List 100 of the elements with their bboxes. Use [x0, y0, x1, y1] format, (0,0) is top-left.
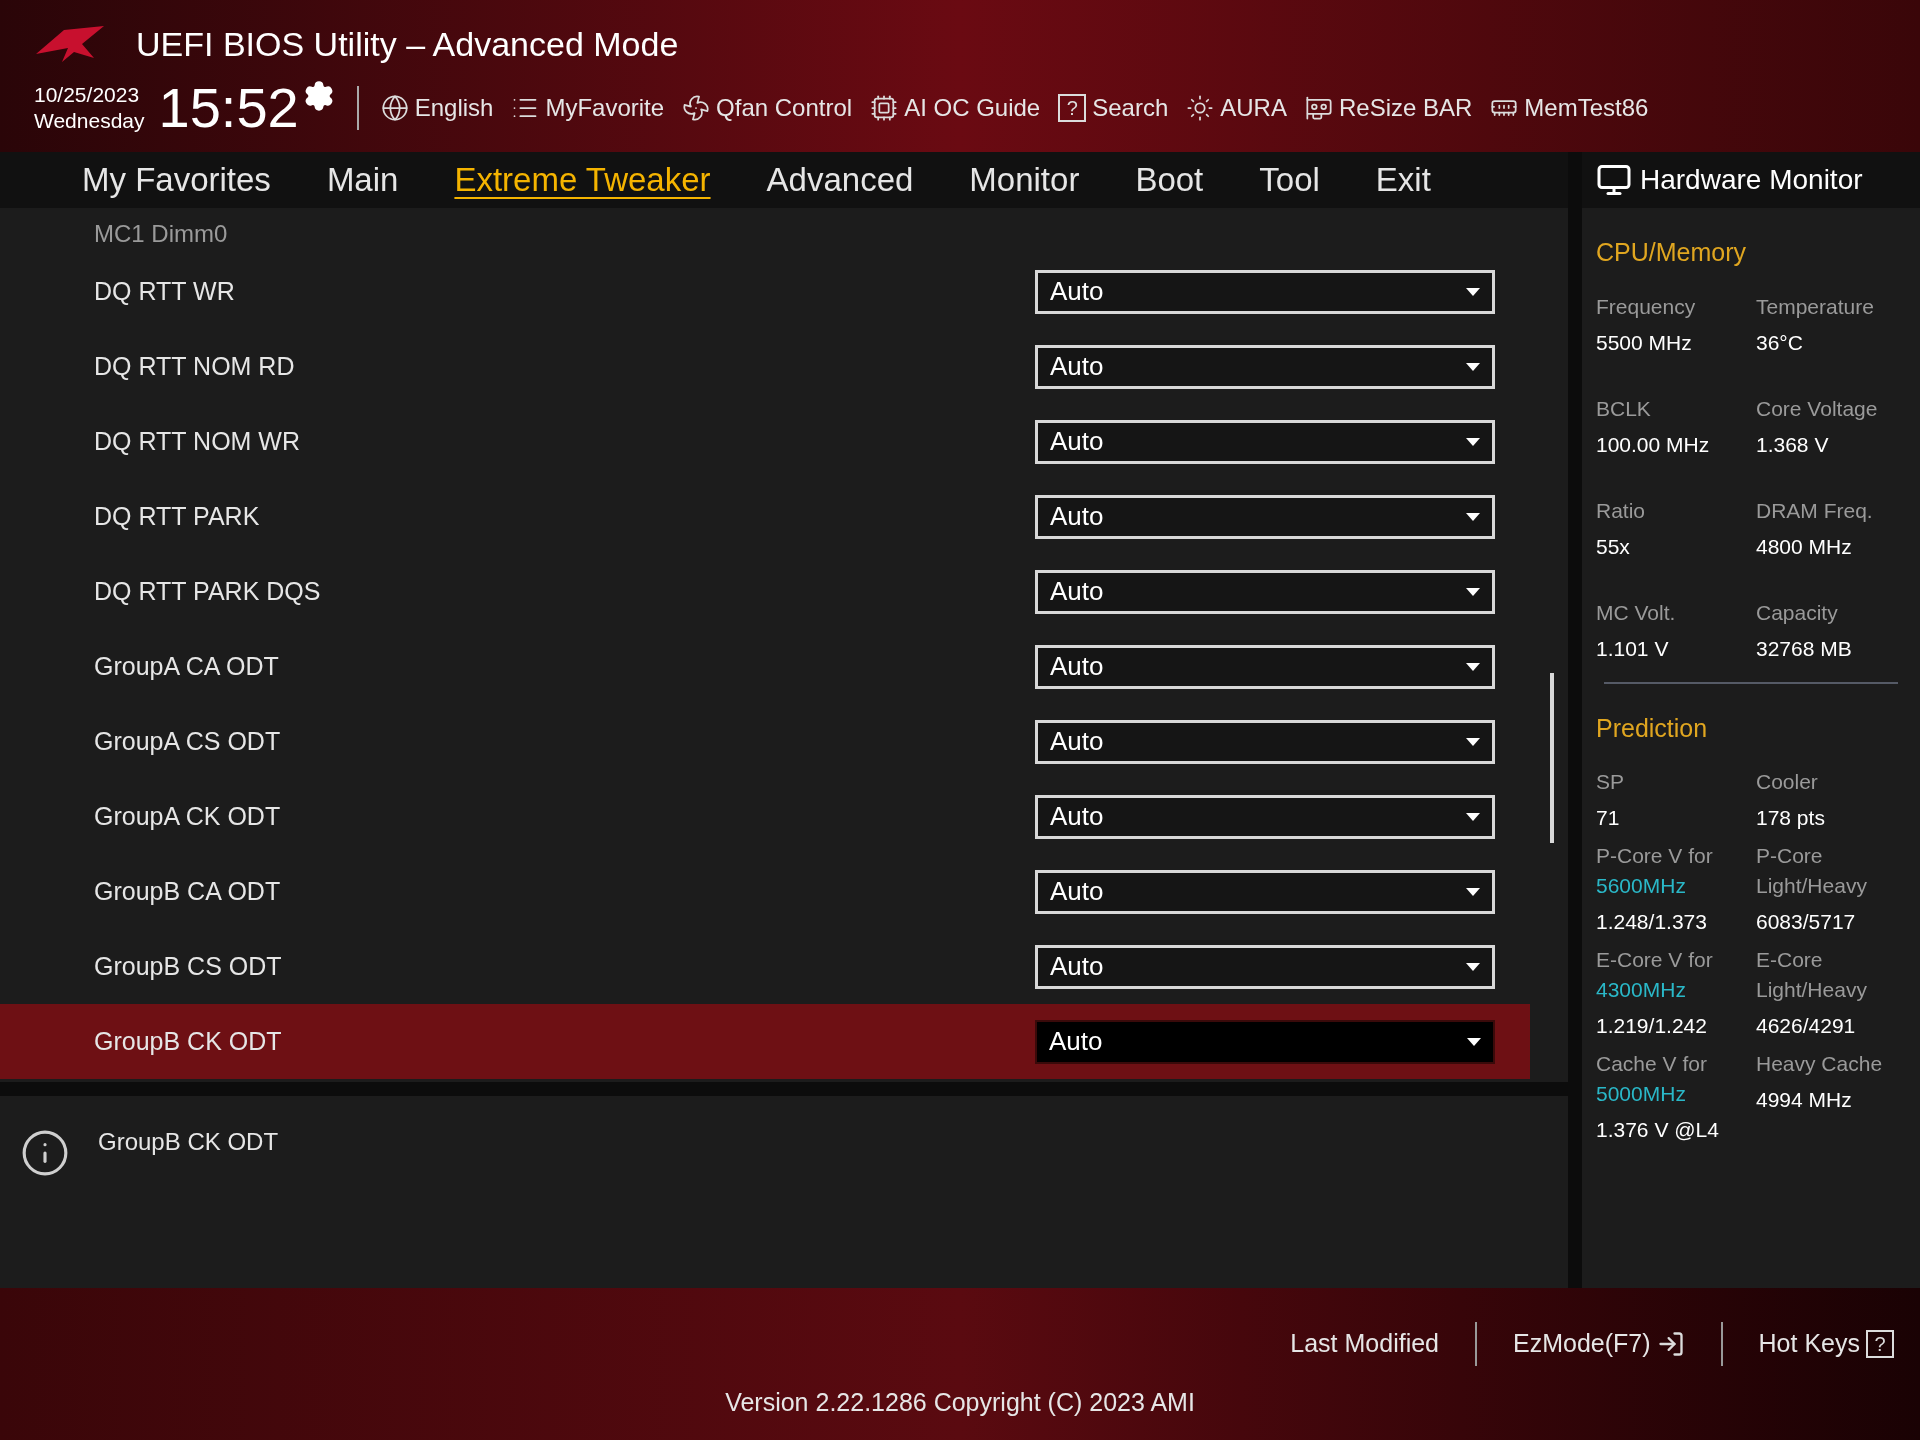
setting-row[interactable]: GroupB CS ODT Auto [0, 929, 1530, 1004]
clock-text: 15:52 [158, 80, 299, 136]
stat-label: E-Core Light/Heavy [1756, 947, 1868, 1003]
setting-label: GroupA CA ODT [93, 650, 280, 682]
setting-label: DQ RTT PARK [93, 500, 261, 532]
setting-label: GroupA CS ODT [93, 725, 282, 757]
panel-title: Hardware Monitor [1640, 163, 1863, 197]
setting-row[interactable]: GroupB CK ODT Auto [0, 1004, 1530, 1079]
setting-row[interactable]: DQ RTT PARK Auto [0, 479, 1530, 554]
toolbar-button[interactable]: Qfan Control [682, 90, 853, 126]
window-title: UEFI BIOS Utility – Advanced Mode [136, 23, 679, 65]
section-title: Prediction [1596, 712, 1709, 744]
footer-button[interactable]: EzMode(F7) [1513, 1325, 1685, 1363]
section-title: CPU/Memory [1596, 237, 1747, 268]
setting-label: GroupB CA ODT [93, 875, 282, 907]
setting-label: GroupA CK ODT [93, 800, 282, 832]
menu-tab[interactable]: Advanced [766, 155, 914, 205]
caret-icon [1466, 737, 1480, 746]
stat-label: Capacity [1756, 599, 1839, 626]
setting-label: GroupB CS ODT [93, 950, 283, 982]
help-text: GroupB CK ODT [98, 1127, 279, 1157]
setting-row[interactable]: DQ RTT NOM RD Auto [0, 329, 1530, 404]
dropdown-field[interactable]: Auto [1035, 944, 1495, 989]
setting-label: GroupB CK ODT [93, 1025, 283, 1057]
menu-tab[interactable]: Tool [1259, 155, 1320, 205]
caret-icon [1466, 962, 1480, 971]
dropdown-field[interactable]: Auto [1035, 494, 1495, 539]
stat-value: 178 pts [1756, 805, 1826, 831]
caret-icon [1466, 587, 1480, 596]
setting-row[interactable]: GroupB CA ODT Auto [0, 854, 1530, 929]
stat-value: 6083/5717 [1756, 909, 1857, 935]
dropdown-field[interactable]: Auto [1035, 869, 1495, 914]
toolbar-button[interactable]: ? Search [1058, 90, 1169, 126]
caret-icon [1466, 812, 1480, 821]
toolbar-button[interactable]: ReSize BAR [1304, 90, 1473, 126]
stat-label: Core Voltage [1756, 395, 1879, 422]
stat-label: MC Volt. [1596, 599, 1677, 626]
setting-row[interactable]: GroupA CS ODT Auto [0, 704, 1530, 779]
stat-value: 4800 MHz [1756, 533, 1853, 560]
setting-row[interactable]: DQ RTT PARK DQS Auto [0, 554, 1530, 629]
stat-value: 4626/4291 [1756, 1013, 1857, 1039]
toolbar-button[interactable]: MyFavorite [511, 90, 665, 126]
caret-icon [1466, 887, 1480, 896]
dropdown-field[interactable]: Auto [1035, 569, 1495, 614]
monitor-icon [1596, 162, 1632, 198]
caret-icon [1467, 1037, 1481, 1046]
setting-row[interactable]: DQ RTT NOM WR Auto [0, 404, 1530, 479]
dropdown-field[interactable]: Auto [1035, 269, 1495, 314]
subsection-label: MC1 Dimm0 [93, 219, 229, 249]
dropdown-field[interactable]: Auto [1035, 644, 1495, 689]
caret-icon [1466, 287, 1480, 296]
stat-label: P-Core V for [1596, 843, 1714, 869]
setting-label: DQ RTT WR [93, 275, 236, 307]
toolbar-button[interactable]: English [380, 90, 494, 126]
dropdown-field[interactable]: Auto [1035, 1019, 1495, 1064]
toolbar-button[interactable]: MemTest86 [1490, 90, 1649, 126]
stat-label: DRAM Freq. [1756, 497, 1874, 524]
toolbar-button[interactable]: AURA [1186, 90, 1287, 126]
menu-tab[interactable]: Boot [1135, 155, 1204, 205]
setting-label: DQ RTT PARK DQS [93, 575, 322, 607]
stat-value: 1.219/1.242 [1596, 1013, 1708, 1039]
menu-tab[interactable]: Main [326, 155, 399, 205]
stat-label: Cooler [1756, 769, 1819, 795]
stat-value: 1.376 V @L4 [1596, 1117, 1720, 1143]
dropdown-field[interactable]: Auto [1035, 794, 1495, 839]
menu-tab[interactable]: Extreme Tweaker [454, 155, 711, 205]
footer-button[interactable]: Last Modified [1290, 1325, 1439, 1363]
stat-frequency: 5000MHz [1596, 1081, 1687, 1107]
stat-value: 5500 MHz [1596, 329, 1693, 356]
dropdown-field[interactable]: Auto [1035, 419, 1495, 464]
sun-icon [1186, 94, 1215, 122]
stat-frequency: 5600MHz [1596, 873, 1687, 899]
setting-label: DQ RTT NOM WR [93, 425, 301, 457]
stat-value: 1.248/1.373 [1596, 909, 1708, 935]
dropdown-field[interactable]: Auto [1035, 719, 1495, 764]
setting-row[interactable]: DQ RTT WR Auto [0, 254, 1530, 329]
fan-icon [682, 94, 711, 122]
info-icon [20, 1128, 70, 1178]
stat-label: Temperature [1756, 293, 1875, 320]
logo-icon [34, 24, 106, 64]
caret-icon [1466, 362, 1480, 371]
setting-row[interactable]: GroupA CA ODT Auto [0, 629, 1530, 704]
menu-tab[interactable]: Monitor [969, 155, 1080, 205]
menu-tab[interactable]: My Favorites [82, 155, 271, 205]
menu-tab[interactable]: Exit [1375, 155, 1431, 205]
stat-label: Cache V for [1596, 1051, 1708, 1077]
scrollbar[interactable] [1550, 673, 1554, 843]
stat-label: Heavy Cache [1756, 1051, 1884, 1077]
setting-label: DQ RTT NOM RD [93, 350, 296, 382]
stat-value: 1.368 V [1756, 431, 1830, 458]
setting-row[interactable]: GroupA CK ODT Auto [0, 779, 1530, 854]
toolbar-button[interactable]: AI OC Guide [870, 90, 1041, 126]
weekday-text: Wednesday [34, 108, 145, 134]
stat-value: 55x [1596, 533, 1631, 560]
dropdown-field[interactable]: Auto [1035, 344, 1495, 389]
globe-icon [380, 94, 409, 122]
stat-frequency: 4300MHz [1596, 977, 1687, 1003]
stat-label: E-Core V for [1596, 947, 1714, 973]
stat-value: 100.00 MHz [1596, 431, 1711, 458]
footer-button[interactable]: Hot Keys ? [1758, 1325, 1894, 1363]
